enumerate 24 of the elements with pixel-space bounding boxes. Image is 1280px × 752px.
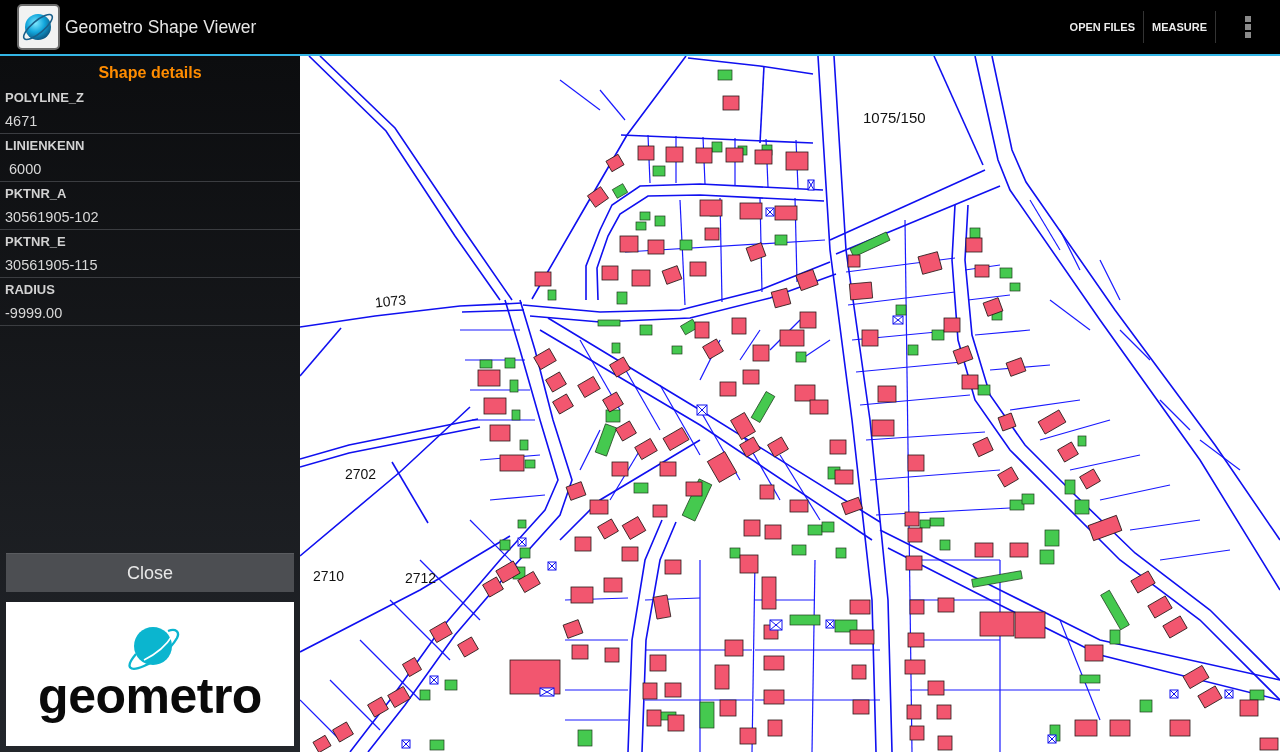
close-button[interactable]: Close	[6, 553, 294, 592]
field-value: 4671	[4, 112, 39, 131]
field-label: POLYLINE_Z	[4, 89, 85, 107]
field-value: 6000	[8, 160, 43, 179]
map-view[interactable]: 1075/150 1073 2702 2710 2712	[300, 56, 1280, 752]
field-label: LINIENKENN	[4, 137, 86, 155]
action-button[interactable]: OPEN FILES	[1061, 0, 1143, 54]
app-title: Geometro Shape Viewer	[65, 15, 257, 39]
field-value: -9999.00	[4, 304, 64, 323]
parcel-number: 2702	[345, 467, 377, 481]
field-label: RADIUS	[4, 281, 56, 299]
globe-app-icon	[17, 4, 61, 50]
field-value: 30561905-102	[4, 208, 100, 227]
field-label: PKTNR_E	[4, 233, 67, 251]
action-button[interactable]: MEASURE	[1144, 0, 1215, 54]
field-value: 30561905-115	[4, 256, 99, 275]
parcel-number: 2712	[405, 571, 437, 585]
more-icon	[1245, 16, 1251, 38]
field-label: PKTNR_A	[4, 185, 68, 203]
panel-title: Shape details	[98, 63, 202, 83]
parcel-number: 1075/150	[863, 110, 926, 125]
parcel-number: 2710	[313, 569, 345, 583]
brand-wordmark: geometro	[38, 672, 262, 726]
parcel-number: 1073	[374, 292, 407, 310]
